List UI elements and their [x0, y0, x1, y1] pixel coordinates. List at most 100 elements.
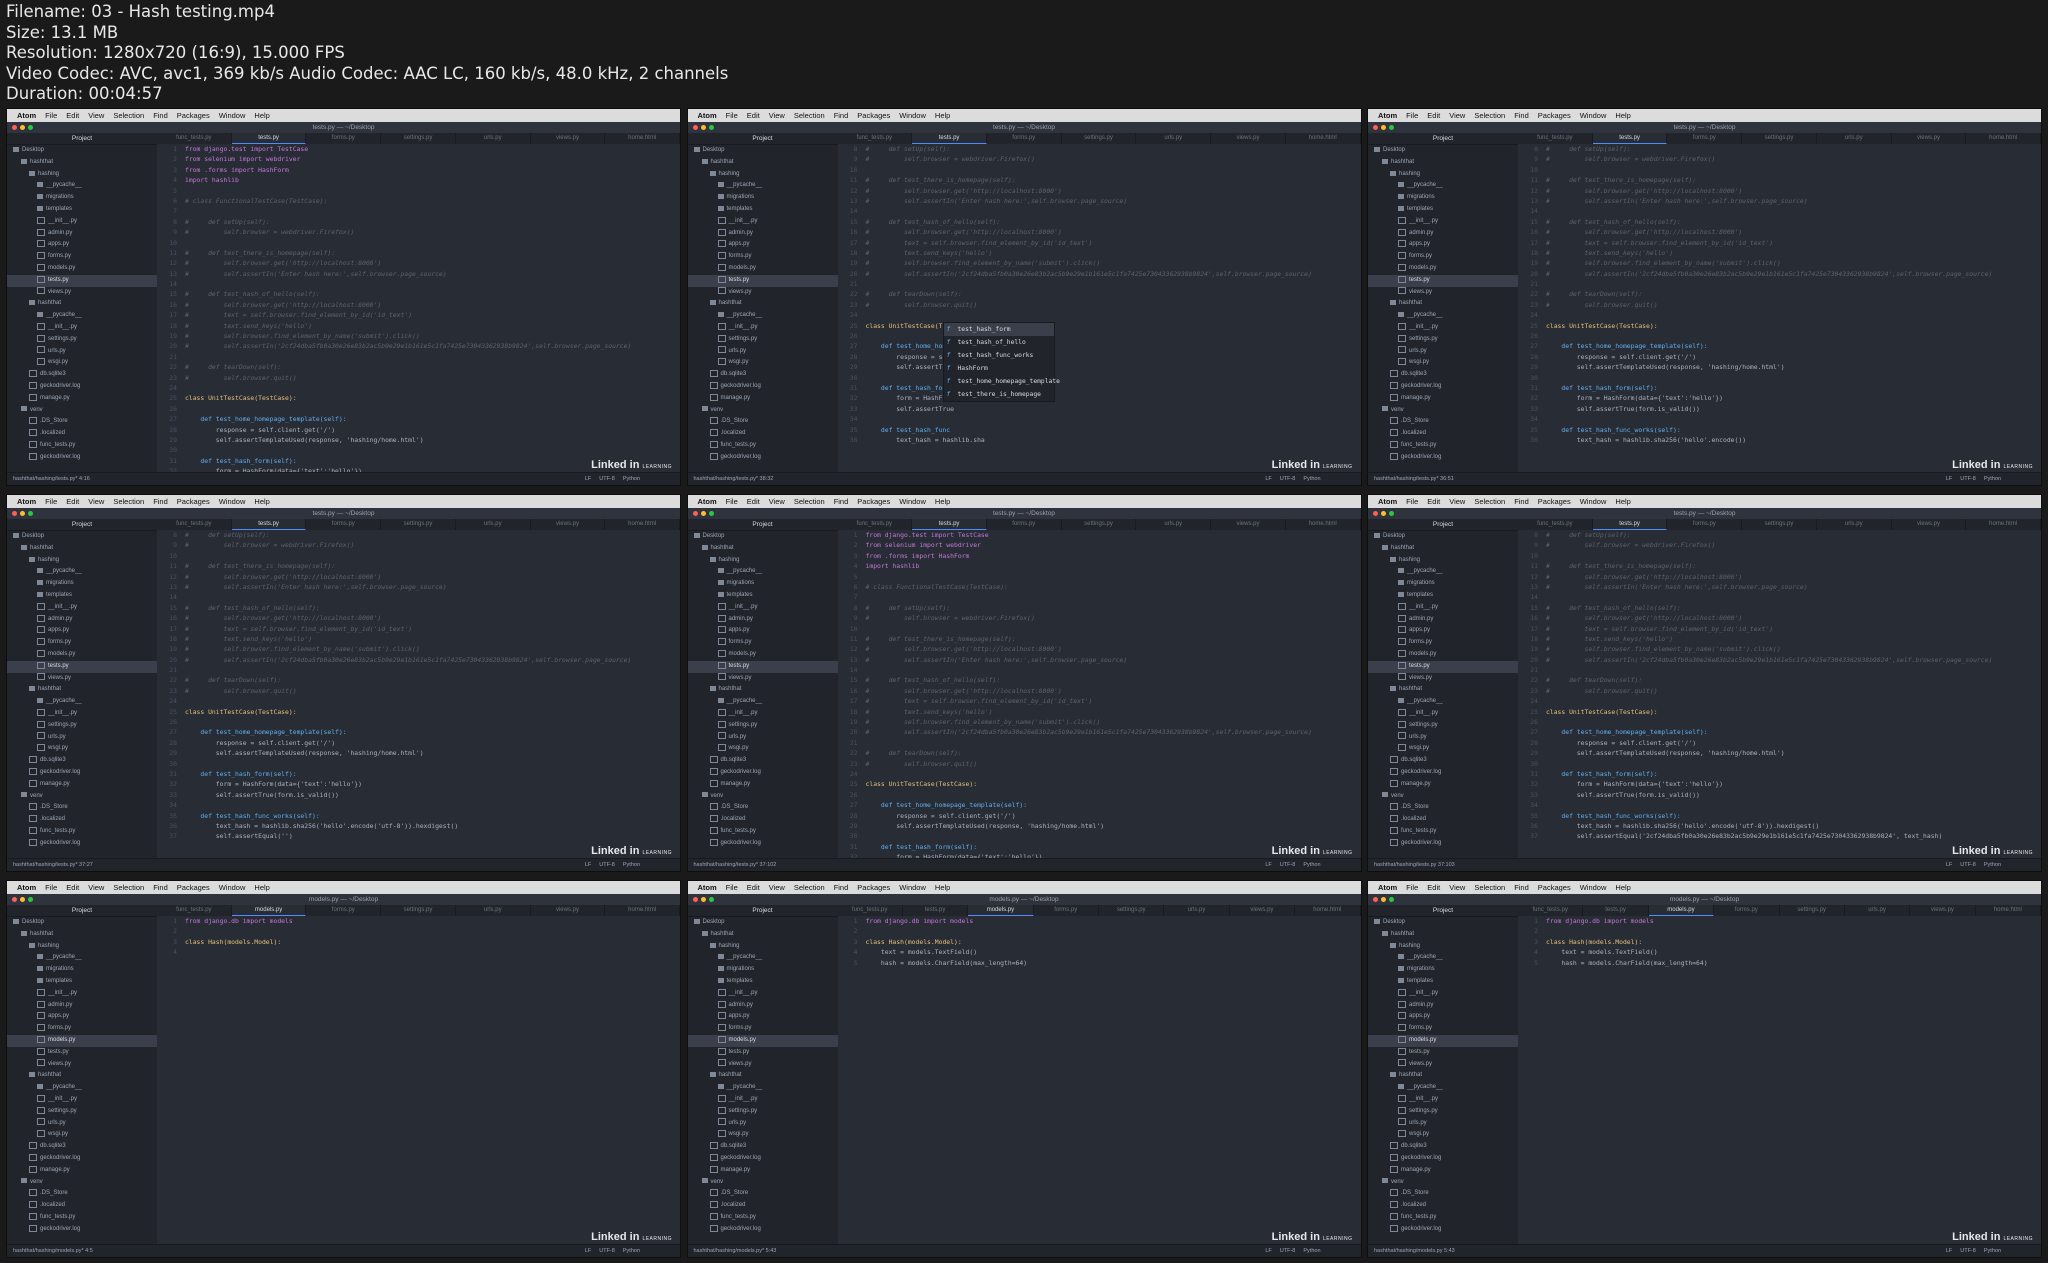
tree-item[interactable]: settings.py: [1368, 720, 1518, 732]
tree-item[interactable]: hashthat: [688, 929, 838, 941]
tree-item[interactable]: geckodriver.log: [1368, 1224, 1518, 1236]
tree-item[interactable]: urls.py: [1368, 1118, 1518, 1130]
tree-item[interactable]: views.py: [7, 1059, 157, 1071]
minimize-icon[interactable]: [1381, 125, 1386, 130]
tree-item[interactable]: __init__.py: [1368, 322, 1518, 334]
status-encoding[interactable]: UTF-8: [599, 473, 615, 485]
tree-item[interactable]: wsgi.py: [688, 1129, 838, 1141]
menubar-item[interactable]: Selection: [113, 109, 144, 122]
menubar-item[interactable]: Help: [254, 881, 269, 894]
editor-tab[interactable]: func_tests.py: [157, 133, 232, 144]
menubar-item[interactable]: Find: [1514, 109, 1529, 122]
autocomplete-suggestion[interactable]: test_home_homepage_template: [944, 375, 1060, 388]
editor-tab[interactable]: forms.py: [987, 519, 1062, 530]
tree-item[interactable]: venv: [1368, 791, 1518, 803]
close-icon[interactable]: [12, 897, 17, 902]
tree-item[interactable]: func_tests.py: [7, 1212, 157, 1224]
tree-item[interactable]: wsgi.py: [7, 743, 157, 755]
tree-item[interactable]: __init__.py: [1368, 708, 1518, 720]
menubar-item[interactable]: Window: [1580, 495, 1607, 508]
tree-item[interactable]: func_tests.py: [688, 440, 838, 452]
tree-item[interactable]: migrations: [688, 578, 838, 590]
editor-tab[interactable]: urls.py: [456, 905, 531, 916]
menubar-item[interactable]: View: [1449, 881, 1465, 894]
editor-tab[interactable]: settings.py: [1062, 519, 1137, 530]
menubar-item[interactable]: Find: [1514, 881, 1529, 894]
tree-item[interactable]: manage.py: [7, 393, 157, 405]
tree-item[interactable]: geckodriver.log: [688, 1224, 838, 1236]
tree-item[interactable]: admin.py: [7, 614, 157, 626]
tree-item[interactable]: manage.py: [688, 393, 838, 405]
tree-item[interactable]: hashing: [1368, 941, 1518, 953]
menubar-item[interactable]: Edit: [747, 109, 760, 122]
tree-item[interactable]: __pycache__: [688, 566, 838, 578]
status-line-ending[interactable]: LF: [1946, 473, 1952, 485]
menubar-item[interactable]: Window: [899, 495, 926, 508]
zoom-icon[interactable]: [28, 125, 33, 130]
menubar-item[interactable]: Selection: [113, 881, 144, 894]
tree-item[interactable]: __pycache__: [1368, 1082, 1518, 1094]
tree-item[interactable]: __init__.py: [7, 602, 157, 614]
autocomplete-suggestion[interactable]: test_there_is_homepage: [944, 388, 1054, 401]
tree-item[interactable]: settings.py: [688, 720, 838, 732]
tree-item[interactable]: admin.py: [1368, 1000, 1518, 1012]
menubar-item[interactable]: Selection: [113, 495, 144, 508]
tree-item[interactable]: __pycache__: [1368, 696, 1518, 708]
tree-item[interactable]: db.sqlite3: [1368, 1141, 1518, 1153]
editor-tab[interactable]: models.py: [231, 905, 307, 916]
status-grammar[interactable]: Python: [1984, 1245, 2001, 1257]
tree-item[interactable]: Desktop: [688, 531, 838, 543]
editor-tab[interactable]: home.html: [1966, 133, 2041, 144]
menubar-item[interactable]: Selection: [794, 109, 825, 122]
tree-item[interactable]: apps.py: [688, 1011, 838, 1023]
tree-item[interactable]: urls.py: [7, 346, 157, 358]
tree-item[interactable]: templates: [688, 590, 838, 602]
editor-tab[interactable]: tests.py: [903, 905, 969, 916]
menubar-item[interactable]: Find: [1514, 495, 1529, 508]
tree-item[interactable]: db.sqlite3: [7, 755, 157, 767]
editor-tab[interactable]: settings.py: [381, 133, 456, 144]
tree-item[interactable]: __pycache__: [1368, 180, 1518, 192]
autocomplete-suggestion[interactable]: test_hash_form: [943, 323, 1054, 336]
editor-tab[interactable]: views.py: [531, 905, 606, 916]
status-line-ending[interactable]: LF: [1265, 859, 1271, 871]
status-grammar[interactable]: Python: [1984, 473, 2001, 485]
menubar-app-name[interactable]: Atom: [17, 881, 36, 894]
menubar-item[interactable]: Edit: [747, 495, 760, 508]
tree-item[interactable]: views.py: [7, 673, 157, 685]
tree-item[interactable]: apps.py: [1368, 1011, 1518, 1023]
editor-tab[interactable]: home.html: [1295, 905, 1361, 916]
tree-item[interactable]: hashthat: [688, 1070, 838, 1082]
tree-item[interactable]: urls.py: [688, 1118, 838, 1130]
editor-tab[interactable]: tests.py: [1592, 519, 1668, 530]
tree-item[interactable]: urls.py: [688, 732, 838, 744]
tree-item[interactable]: .DS_Store: [7, 416, 157, 428]
menubar-item[interactable]: Find: [153, 881, 168, 894]
editor-tab[interactable]: forms.py: [306, 519, 382, 530]
tree-item[interactable]: admin.py: [688, 228, 838, 240]
tree-item[interactable]: __init__.py: [688, 322, 838, 334]
tree-item[interactable]: apps.py: [1368, 239, 1518, 251]
status-grammar[interactable]: Python: [1303, 859, 1320, 871]
editor-tab[interactable]: func_tests.py: [838, 519, 913, 530]
status-line-ending[interactable]: LF: [585, 1245, 591, 1257]
close-icon[interactable]: [12, 511, 17, 516]
autocomplete-suggestion[interactable]: test_hash_of_hello: [944, 336, 1054, 349]
tree-item[interactable]: geckodriver.log: [7, 767, 157, 779]
menubar-item[interactable]: View: [769, 881, 785, 894]
tree-item[interactable]: venv: [7, 791, 157, 803]
editor-tab[interactable]: home.html: [605, 905, 680, 916]
editor-tab[interactable]: tests.py: [1592, 133, 1668, 144]
menubar-item[interactable]: Selection: [1474, 881, 1505, 894]
editor-tab[interactable]: func_tests.py: [1518, 519, 1593, 530]
tree-item[interactable]: urls.py: [1368, 346, 1518, 358]
zoom-icon[interactable]: [28, 511, 33, 516]
close-icon[interactable]: [1373, 897, 1378, 902]
tree-item[interactable]: apps.py: [688, 625, 838, 637]
tree-item[interactable]: apps.py: [688, 239, 838, 251]
tree-item[interactable]: models.py: [7, 263, 157, 275]
tree-item[interactable]: migrations: [7, 578, 157, 590]
tree-item[interactable]: forms.py: [7, 637, 157, 649]
menubar-item[interactable]: Window: [899, 109, 926, 122]
menubar-item[interactable]: Window: [219, 881, 246, 894]
